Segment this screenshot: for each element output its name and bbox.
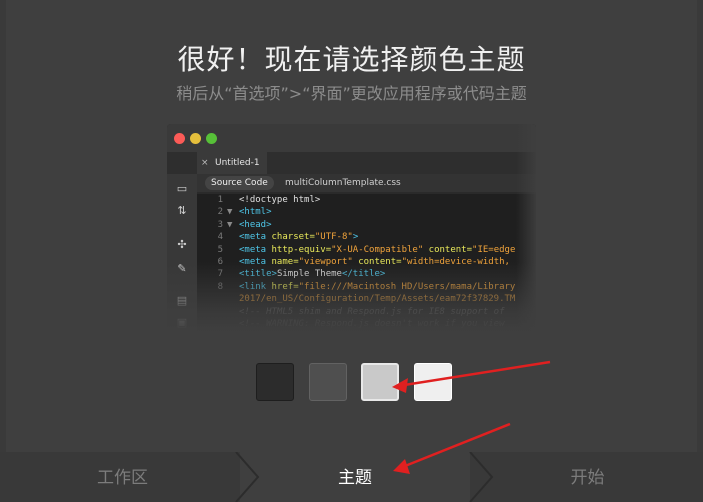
- theme-preview-window: × Untitled-1 ▭ ⇅ ✣ ✎ ▤ ▣ Source Code mul…: [167, 124, 536, 332]
- preview-titlebar: [167, 124, 536, 152]
- code-text: <meta http-equiv="X-UA-Compatible" conte…: [239, 244, 515, 256]
- step-separators: [235, 452, 494, 502]
- preview-fade-right: [516, 124, 536, 332]
- code-token: <head>: [239, 219, 272, 230]
- code-token: "X-UA-Compatible": [331, 244, 424, 255]
- line-number: 2: [217, 207, 223, 218]
- separator-chevron-2: [469, 452, 494, 502]
- code-token: http-equiv=: [271, 244, 332, 255]
- related-file-name: multiColumnTemplate.css: [285, 178, 401, 188]
- zoom-dot-icon: [206, 133, 217, 144]
- sort-icon: ⇅: [177, 204, 187, 217]
- code-token: <meta: [239, 244, 272, 255]
- code-text: <head>: [239, 219, 272, 231]
- theme-swatch-lightest[interactable]: [414, 363, 452, 401]
- code-token: <html>: [239, 207, 272, 218]
- close-dot-icon: [174, 133, 185, 144]
- source-code-button: Source Code: [205, 176, 274, 190]
- theme-swatch-dark[interactable]: [309, 363, 347, 401]
- code-token: "IE=edge: [472, 244, 516, 255]
- line-number: 3: [217, 219, 223, 230]
- line-number: 5: [217, 244, 223, 255]
- preview-tabbar: × Untitled-1: [167, 152, 536, 174]
- fold-arrow-icon: ▼: [227, 219, 233, 230]
- line-number: 4: [217, 232, 223, 243]
- line-number: 1: [217, 195, 223, 205]
- preview-fade: [167, 262, 536, 332]
- code-token: <!doctype html>: [239, 195, 321, 205]
- code-token: content=: [423, 244, 473, 255]
- code-token: >: [352, 232, 359, 243]
- tab-label: Untitled-1: [215, 158, 260, 168]
- tab-close-icon: ×: [201, 158, 209, 168]
- theme-swatch-darkest[interactable]: [256, 363, 294, 401]
- theme-setup-screen: 很好！现在请选择颜色主题 稍后从“首选项”>“界面”更改应用程序或代码主题 × …: [0, 0, 703, 502]
- expand-icon: ✣: [177, 238, 187, 251]
- code-token: charset=: [271, 232, 315, 243]
- setup-steps-bar: 工作区 主题 开始: [0, 452, 703, 502]
- code-token: "UTF-8": [314, 232, 353, 243]
- preview-related-files-bar: Source Code multiColumnTemplate.css: [197, 174, 536, 192]
- code-text: <html>: [239, 206, 272, 218]
- separator-chevron-1: [235, 452, 260, 502]
- fold-arrow-icon: ▼: [227, 207, 233, 218]
- page-title: 很好！现在请选择颜色主题: [177, 43, 526, 76]
- minimize-dot-icon: [190, 133, 201, 144]
- code-token: <meta: [239, 232, 272, 243]
- theme-swatch-light[interactable]: [361, 363, 399, 401]
- preview-document-tab: × Untitled-1: [197, 152, 267, 174]
- file-icon: ▭: [176, 182, 188, 195]
- code-text: <meta charset="UTF-8">: [239, 231, 358, 243]
- page-subtitle: 稍后从“首选项”>“界面”更改应用程序或代码主题: [176, 84, 527, 103]
- code-text: <!doctype html>: [239, 194, 320, 206]
